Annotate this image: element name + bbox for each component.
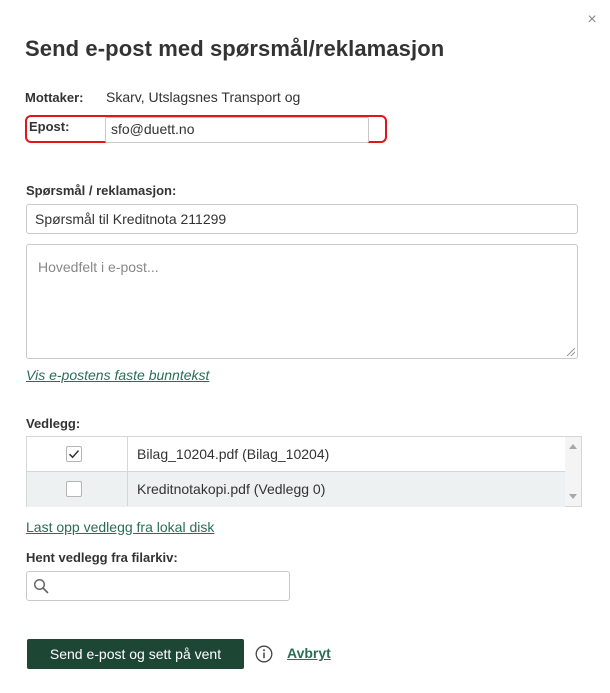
close-icon[interactable]: × <box>584 12 600 28</box>
cancel-button[interactable]: Avbryt <box>287 645 331 661</box>
body-textarea[interactable]: Hovedfelt i e-post... <box>26 244 578 359</box>
attachment-name: Kreditnotakopi.pdf (Vedlegg 0) <box>137 481 326 497</box>
checkmark-icon <box>68 450 80 459</box>
table-row[interactable]: Kreditnotakopi.pdf (Vedlegg 0) <box>27 472 565 507</box>
resize-handle-icon[interactable] <box>567 348 575 356</box>
archive-label: Hent vedlegg fra filarkiv: <box>26 550 178 565</box>
table-row[interactable]: Bilag_10204.pdf (Bilag_10204) <box>27 437 565 472</box>
attachments-table: Bilag_10204.pdf (Bilag_10204) Kreditnota… <box>26 436 582 507</box>
table-scrollbar[interactable] <box>565 437 581 506</box>
scroll-down-icon[interactable] <box>569 494 577 499</box>
checkbox-cell <box>27 472 128 506</box>
email-field[interactable]: sfo@duett.no <box>105 117 369 143</box>
upload-attachment-link[interactable]: Last opp vedlegg fra lokal disk <box>26 519 214 535</box>
footer-text-link[interactable]: Vis e-postens faste bunntekst <box>26 367 209 383</box>
recipient-label: Mottaker: <box>25 90 84 105</box>
body-placeholder: Hovedfelt i e-post... <box>38 259 159 275</box>
attachment-checkbox-checked[interactable] <box>66 446 82 462</box>
question-label: Spørsmål / reklamasjon: <box>26 183 177 198</box>
email-dialog: × Send e-post med spørsmål/reklamasjon M… <box>0 0 610 693</box>
dialog-title: Send e-post med spørsmål/reklamasjon <box>25 36 445 61</box>
attachment-name: Bilag_10204.pdf (Bilag_10204) <box>137 446 330 462</box>
search-icon <box>33 578 49 594</box>
attachments-label: Vedlegg: <box>26 416 81 431</box>
info-icon[interactable] <box>255 645 273 663</box>
subject-input[interactable]: Spørsmål til Kreditnota 211299 <box>26 204 578 234</box>
email-label: Epost: <box>29 119 70 134</box>
recipient-value: Skarv, Utslagsnes Transport og <box>106 89 301 105</box>
checkbox-cell <box>27 437 128 471</box>
archive-search-input[interactable] <box>26 571 290 601</box>
attachment-checkbox-unchecked[interactable] <box>66 481 82 497</box>
send-email-button[interactable]: Send e-post og sett på vent <box>27 639 244 669</box>
scroll-up-icon[interactable] <box>569 444 577 449</box>
